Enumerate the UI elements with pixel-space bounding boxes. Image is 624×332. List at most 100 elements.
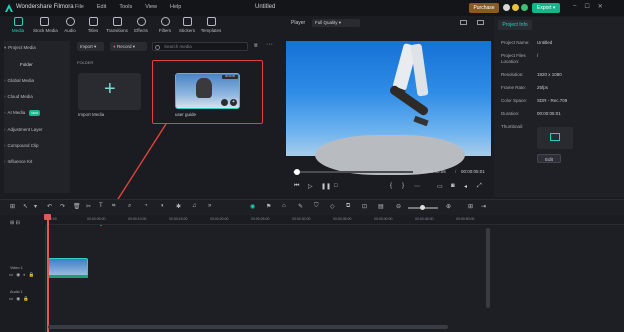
display-icon[interactable]: ▭	[437, 183, 443, 190]
search-input[interactable]: Search media	[152, 42, 248, 51]
tab-stock-media[interactable]: Stock Media	[33, 17, 58, 33]
filter-icon[interactable]: ⩸	[254, 43, 258, 50]
maximize-button[interactable]: ☐	[584, 3, 589, 10]
tab-stickers[interactable]: Stickers	[176, 17, 198, 33]
quality-dropdown[interactable]: Full Quality ▾	[312, 19, 360, 27]
chevron-right-icon: ›	[4, 159, 6, 164]
select-tool-icon[interactable]: ↖	[23, 203, 28, 210]
snap-icon[interactable]: ◉	[250, 203, 255, 210]
delete-icon[interactable]: 🗑	[73, 203, 81, 210]
player-scrubber[interactable]	[293, 171, 413, 173]
more-tools-icon[interactable]: »	[208, 203, 211, 209]
tab-filters[interactable]: Filters	[154, 17, 176, 33]
tab-media[interactable]: Media	[7, 17, 29, 33]
ruler-tick: 00:00:20:00	[210, 217, 229, 221]
vertical-scrollbar[interactable]	[486, 228, 490, 308]
purchase-button[interactable]: Purchase	[469, 3, 499, 13]
cloud-icon[interactable]	[521, 4, 528, 11]
menu-edit[interactable]: Edit	[97, 4, 106, 10]
tab-effects[interactable]: Effects	[130, 17, 152, 33]
document-title: Untitled	[255, 4, 276, 10]
layout-icon[interactable]: ⊞	[10, 203, 15, 210]
close-button[interactable]: ✕	[598, 3, 603, 10]
redo-icon[interactable]: ↷	[60, 203, 65, 210]
add-to-timeline-icon[interactable]: +	[230, 99, 237, 106]
add-track-icon[interactable]: ⊞ ⊟	[10, 220, 20, 226]
sidebar-item-adjustment-layer[interactable]: › Adjustment Layer	[4, 127, 43, 132]
previous-frame-icon[interactable]: ⏮	[294, 183, 299, 190]
sidebar-item-ai-media[interactable]: › AI Media NEW	[4, 110, 41, 116]
menu-help[interactable]: Help	[170, 4, 181, 10]
shield-icon[interactable]: ⛉	[314, 203, 319, 210]
ruler-tick: 00:00:30:00	[292, 217, 311, 221]
snapshot-icon[interactable]	[460, 20, 467, 25]
horizontal-scrollbar[interactable]	[48, 325, 448, 329]
audio-track-controls[interactable]: ▭◉🔒	[9, 296, 32, 302]
zoom-out-icon[interactable]: ⊖	[396, 203, 401, 210]
pip-icon[interactable]: ⧉	[346, 203, 350, 210]
info-key: Frame Rate:	[501, 85, 527, 90]
render-icon[interactable]: ⊡	[362, 203, 367, 210]
undo-icon[interactable]: ↶	[47, 203, 52, 210]
playhead[interactable]	[47, 215, 49, 332]
import-dropdown[interactable]: Import ▾	[77, 42, 104, 51]
expand-icon[interactable]: ⤢	[477, 183, 482, 190]
zoom-slider-handle[interactable]	[420, 205, 425, 210]
sidebar-item-influence-kit[interactable]: › Influence Kit	[4, 159, 32, 164]
trim-icon[interactable]: ⌗	[112, 203, 115, 210]
menu-view[interactable]: View	[145, 4, 157, 10]
keyframe-icon[interactable]: ◇	[330, 203, 335, 210]
minimize-button[interactable]: –	[573, 3, 576, 10]
fullscreen-icon[interactable]	[477, 20, 484, 25]
speed-icon[interactable]: ◔	[144, 203, 148, 209]
sidebar-item-label: Influence Kit	[7, 159, 33, 164]
menu-file[interactable]: File	[75, 4, 84, 10]
credits-icon[interactable]	[512, 4, 519, 11]
stop-icon[interactable]: □	[334, 183, 338, 189]
play-icon[interactable]: ▷	[308, 183, 313, 190]
avatar[interactable]	[503, 4, 510, 11]
pause-icon[interactable]: ❚❚	[321, 183, 331, 190]
volume-icon[interactable]: ◂	[464, 183, 467, 190]
sidebar-item-folder[interactable]: Folder	[20, 62, 33, 67]
record-dropdown[interactable]: ● Record ▾	[110, 42, 147, 51]
camera-icon[interactable]: ◙	[451, 183, 455, 189]
zoom-in-icon[interactable]: ⊕	[446, 203, 451, 210]
split-icon[interactable]: ✂	[86, 203, 91, 210]
record-voice-icon[interactable]: ⌂	[282, 203, 286, 209]
tab-templates[interactable]: Templates	[200, 17, 222, 33]
sidebar-item-project-media[interactable]: ▾ Project Media	[4, 45, 36, 51]
ai-tool-icon[interactable]: ✱	[176, 203, 181, 210]
caption-icon[interactable]: ▤	[378, 203, 384, 210]
mic-icon[interactable]: ✎	[298, 203, 303, 210]
tab-project-info[interactable]: Project Info	[498, 20, 532, 30]
grid-view-icon[interactable]: ⊞	[468, 203, 473, 210]
edit-thumbnail-button[interactable]: Edit	[537, 154, 561, 163]
video-track-controls[interactable]: ▭◉◐🔒	[9, 272, 38, 278]
tab-audio[interactable]: Audio	[59, 17, 81, 33]
audio-tool-icon[interactable]: ♫	[192, 203, 197, 209]
export-button[interactable]: Export ▾	[532, 3, 560, 13]
crop-icon[interactable]: ⌕	[128, 203, 131, 210]
scrubber-handle[interactable]	[294, 168, 300, 175]
menu-tools[interactable]: Tools	[119, 4, 132, 10]
mark-in-icon[interactable]: {	[390, 183, 392, 189]
more-options-icon[interactable]: ···	[266, 41, 273, 48]
fit-timeline-icon[interactable]: ⇥	[481, 203, 486, 210]
sidebar-item-cloud-media[interactable]: › Cloud Media	[4, 94, 33, 99]
clip-favorite-icon[interactable]	[221, 99, 228, 106]
mark-out-icon[interactable]: }	[402, 183, 404, 189]
more-icon[interactable]: ⋯	[414, 183, 420, 190]
sidebar-item-label: Global Media	[7, 78, 35, 83]
timeline-tracks[interactable]	[0, 226, 624, 332]
info-value: /	[537, 53, 539, 58]
tab-titles[interactable]: Titles	[82, 17, 104, 33]
color-icon[interactable]: ◑	[160, 203, 164, 209]
tab-transitions[interactable]: Transitions	[106, 17, 128, 33]
sidebar-item-global-media[interactable]: › Global Media	[4, 78, 34, 83]
marker-icon[interactable]: ⚑	[266, 203, 271, 210]
sidebar-item-compound-clip[interactable]: › Compound Clip	[4, 143, 39, 148]
text-icon[interactable]: T	[99, 203, 103, 209]
playhead-handle[interactable]	[44, 214, 51, 220]
dropdown-icon[interactable]: ▾	[34, 203, 37, 210]
